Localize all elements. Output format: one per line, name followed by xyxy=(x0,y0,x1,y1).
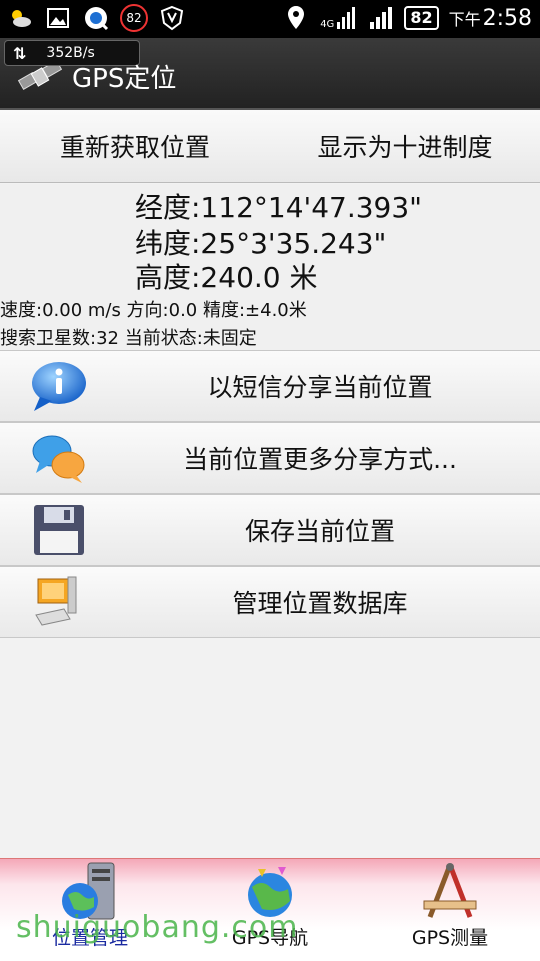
clock-period: 下午 xyxy=(448,9,481,29)
app-title-bar: ⇅ 352B/s GPS定位 xyxy=(0,38,540,110)
gallery-icon xyxy=(44,4,72,32)
shield-icon xyxy=(158,4,186,32)
signal-bars-icon xyxy=(370,7,393,29)
save-location-label: 保存当前位置 xyxy=(244,517,395,546)
share-sms-button[interactable]: 以短信分享当前位置 xyxy=(0,350,540,422)
altitude-value: 高度:240.0 米 xyxy=(135,261,318,294)
watermark: shuiguobang.com xyxy=(16,910,299,945)
weather-icon xyxy=(6,4,34,32)
signal-bars-icon xyxy=(337,7,356,29)
info-bubble-icon xyxy=(30,359,88,413)
battery-level: 82 xyxy=(404,6,439,30)
speed-badge: 82 xyxy=(120,4,148,32)
updown-arrows-icon: ⇅ xyxy=(13,43,27,63)
top-button-row: 重新获取位置 显示为十进制度 xyxy=(0,110,540,183)
more-share-button[interactable]: 当前位置更多分享方式... xyxy=(0,422,540,494)
network-type: 4G xyxy=(320,19,335,30)
compass-ruler-icon xyxy=(418,861,482,923)
motion-info: 速度:0.00 m/s 方向:0.0 精度:±4.0米 xyxy=(0,300,307,321)
tab-label: GPS测量 xyxy=(411,927,489,949)
page-title: GPS定位 xyxy=(72,64,177,94)
cell-signal-4g: 4G xyxy=(320,6,358,30)
manage-database-label: 管理位置数据库 xyxy=(232,589,408,618)
share-sms-label: 以短信分享当前位置 xyxy=(207,373,433,402)
browser-icon xyxy=(82,4,110,32)
tab-gps-measure[interactable]: GPS测量 xyxy=(360,859,540,961)
show-decimal-button[interactable]: 显示为十进制度 xyxy=(270,110,540,182)
clock: 下午2:58 xyxy=(449,6,532,31)
save-location-button[interactable]: 保存当前位置 xyxy=(0,494,540,566)
manage-database-button[interactable]: 管理位置数据库 xyxy=(0,566,540,638)
computer-icon xyxy=(30,575,88,629)
status-bar: 82 4G 82 下午2:58 xyxy=(0,0,540,38)
location-info-panel: 经度:112°14'47.393" 纬度:25°3'35.243" 高度:240… xyxy=(0,184,540,350)
floppy-disk-icon xyxy=(30,503,88,557)
refresh-location-button[interactable]: 重新获取位置 xyxy=(0,110,270,182)
location-pin-icon xyxy=(282,4,310,32)
more-share-label: 当前位置更多分享方式... xyxy=(183,445,457,474)
longitude-value: 经度:112°14'47.393" xyxy=(135,191,423,224)
clock-time: 2:58 xyxy=(482,5,532,31)
chat-bubbles-icon xyxy=(30,431,88,485)
satellite-status: 搜索卫星数:32 当前状态:未固定 xyxy=(0,328,257,349)
